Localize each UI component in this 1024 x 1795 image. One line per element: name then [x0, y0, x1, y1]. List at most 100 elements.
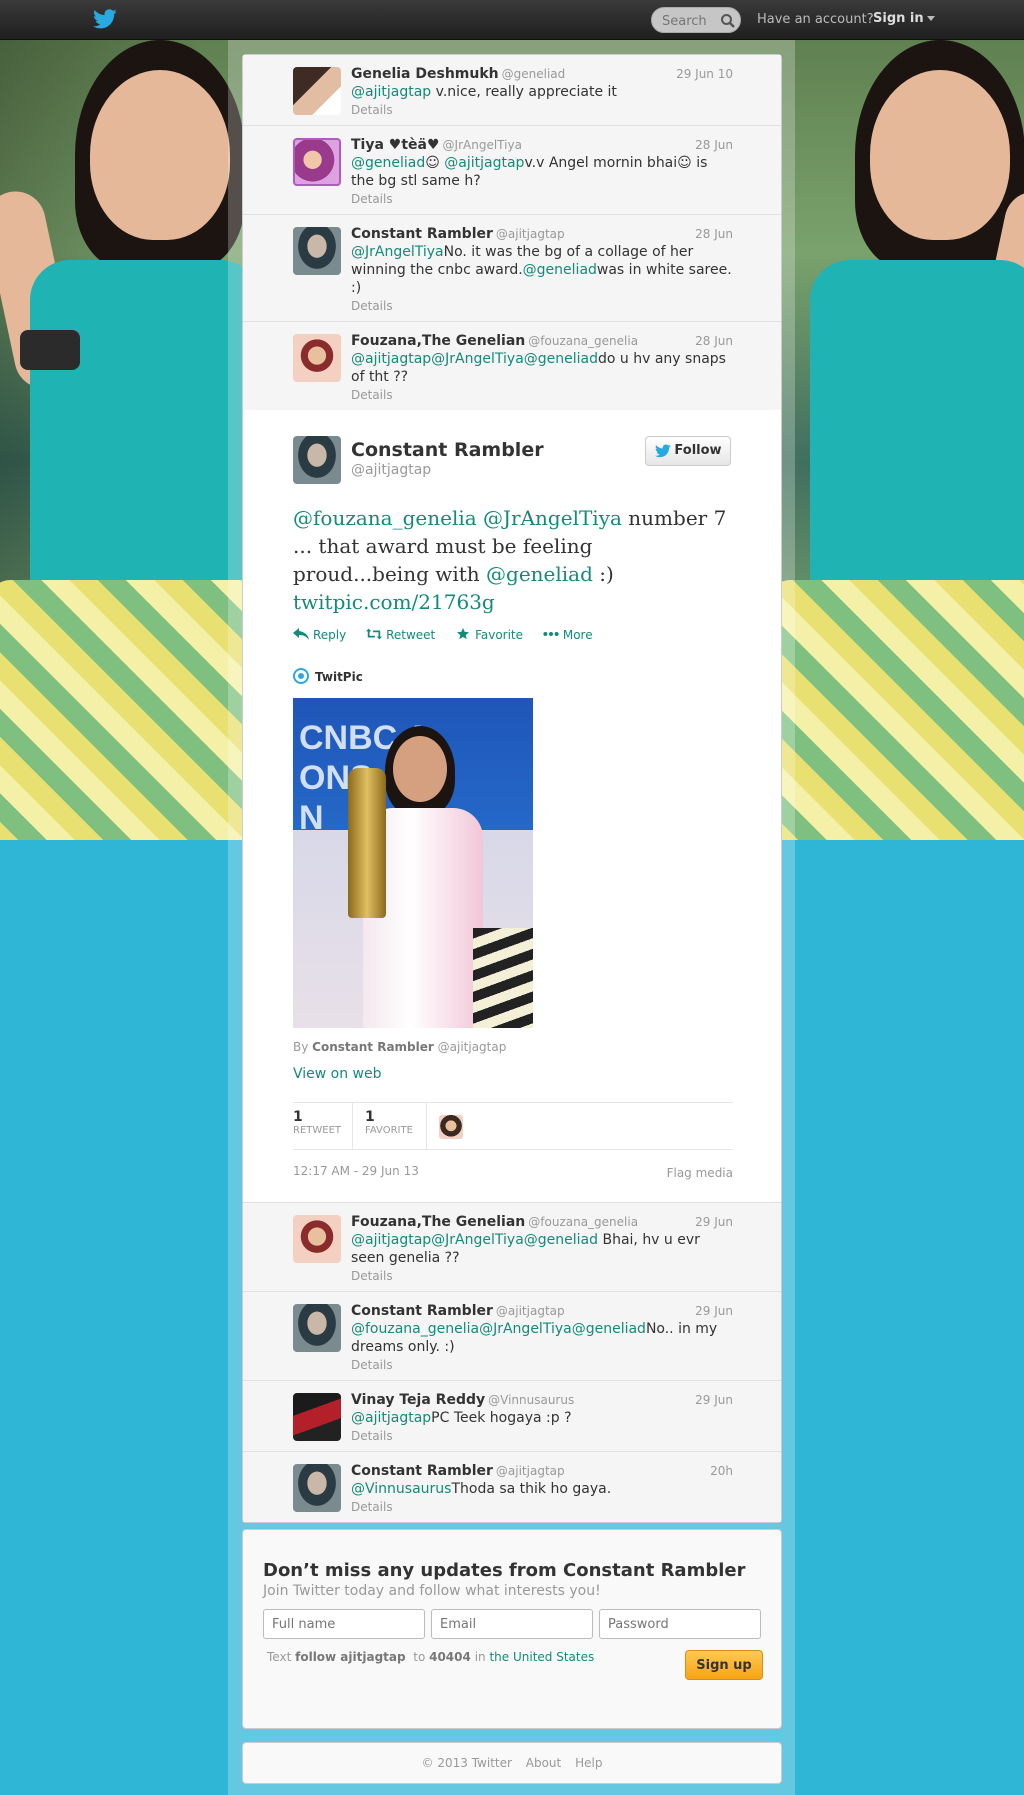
- media-source-label: TwitPic: [315, 670, 363, 684]
- tweet-timestamp[interactable]: 28 Jun: [695, 138, 733, 152]
- media-credit-name[interactable]: Constant Rambler: [312, 1040, 434, 1054]
- avatar[interactable]: [293, 334, 341, 382]
- about-link[interactable]: About: [526, 1756, 561, 1770]
- tweet-link[interactable]: @ajitjagtap: [351, 1410, 431, 1426]
- tweet-link[interactable]: @JrAngelTiya: [479, 1321, 572, 1337]
- tweet-link[interactable]: @geneliad: [486, 562, 593, 586]
- reply-button[interactable]: Reply: [293, 628, 346, 642]
- tweet-item[interactable]: Vinay Teja Reddy @Vinnusaurus 29 Jun @ajitj…: [243, 1381, 781, 1452]
- tweet-timestamp[interactable]: 20h: [710, 1464, 733, 1478]
- tweet-details-link[interactable]: Details: [351, 299, 733, 313]
- search-input[interactable]: [662, 12, 722, 30]
- tweet-timestamp[interactable]: 28 Jun: [695, 334, 733, 348]
- tweet-item[interactable]: Genelia Deshmukh @geneliad 29 Jun 10 @ajitj…: [243, 55, 781, 126]
- tweet-timestamp[interactable]: 29 Jun 10: [676, 67, 733, 81]
- tweet-author-name[interactable]: Constant Rambler: [351, 1303, 493, 1319]
- media-photo[interactable]: CNBC A ONS N: [293, 698, 533, 1028]
- tweet-author-name[interactable]: Constant Rambler: [351, 226, 493, 242]
- search-icon[interactable]: [720, 13, 736, 29]
- tweet-author-handle[interactable]: @ajitjagtap: [496, 227, 565, 241]
- tweet-details-link[interactable]: Details: [351, 1500, 733, 1514]
- tweet-link[interactable]: @geneliad: [524, 351, 598, 367]
- tweet-author-handle[interactable]: @Vinnusaurus: [488, 1393, 574, 1407]
- avatar[interactable]: [293, 1393, 341, 1441]
- retweet-stat[interactable]: 1 RETWEET: [293, 1109, 341, 1136]
- view-on-web-link[interactable]: View on web: [293, 1066, 733, 1082]
- tweet-item[interactable]: Constant Rambler @ajitjagtap 28 Jun @JrAnge…: [243, 215, 781, 322]
- tweet-timestamp[interactable]: 29 Jun: [695, 1393, 733, 1407]
- tweet-details-link[interactable]: Details: [351, 1429, 733, 1443]
- tweet-link[interactable]: twitpic.com/21763g: [293, 590, 495, 614]
- tweet-author-handle[interactable]: @geneliad: [502, 67, 566, 81]
- sms-country-link[interactable]: the United States: [489, 1650, 594, 1664]
- tweet-link[interactable]: @fouzana_genelia: [351, 1321, 479, 1337]
- tweet-link[interactable]: @Vinnusaurus: [351, 1481, 451, 1497]
- tweet-author-name[interactable]: Tiya ♥tèä♥: [351, 137, 440, 153]
- favoriter-avatar[interactable]: [439, 1115, 463, 1139]
- tweet-link[interactable]: @geneliad: [572, 1321, 646, 1337]
- tweet-link[interactable]: @ajitjagtap: [444, 155, 524, 171]
- tweet-timestamp[interactable]: 29 Jun: [695, 1215, 733, 1229]
- tweet-details-link[interactable]: Details: [351, 1269, 733, 1283]
- follow-button[interactable]: Follow: [645, 436, 731, 466]
- twitter-bird-icon: [655, 444, 671, 458]
- search-box[interactable]: [651, 7, 741, 33]
- flag-media-link[interactable]: Flag media: [667, 1166, 733, 1180]
- tweet-author-name[interactable]: Vinay Teja Reddy: [351, 1392, 485, 1408]
- tweet-author-name[interactable]: Genelia Deshmukh: [351, 66, 499, 82]
- tweet-author-handle[interactable]: @ajitjagtap: [496, 1464, 565, 1478]
- help-link[interactable]: Help: [575, 1756, 602, 1770]
- tweet-timestamp[interactable]: 28 Jun: [695, 227, 733, 241]
- tweet-link[interactable]: @JrAngelTiya: [483, 506, 622, 530]
- tweet-text: @fouzana_genelia @JrAngelTiya number 7 .…: [293, 504, 733, 616]
- tweet-author-name[interactable]: Fouzana,The Genelian: [351, 333, 525, 349]
- tweet-link[interactable]: @geneliad: [524, 1232, 598, 1248]
- email-field[interactable]: [431, 1609, 593, 1639]
- tweet-author-handle[interactable]: @fouzana_genelia: [528, 1215, 638, 1229]
- tweet-author-name[interactable]: Fouzana,The Genelian: [351, 1214, 525, 1230]
- more-button[interactable]: More: [543, 628, 593, 642]
- avatar[interactable]: [293, 1215, 341, 1263]
- tweet-item[interactable]: Constant Rambler @ajitjagtap 29 Jun @fouzan…: [243, 1292, 781, 1381]
- password-field[interactable]: [599, 1609, 761, 1639]
- tweet-item[interactable]: Fouzana,The Genelian @fouzana_genelia 29 J…: [243, 1203, 781, 1292]
- avatar[interactable]: [293, 67, 341, 115]
- avatar[interactable]: [293, 436, 341, 484]
- media-credit-handle[interactable]: @ajitjagtap: [438, 1040, 507, 1054]
- avatar[interactable]: [293, 138, 341, 186]
- signup-button[interactable]: Sign up: [685, 1650, 763, 1680]
- tweet-link[interactable]: @geneliad: [523, 262, 597, 278]
- tweet-author-handle[interactable]: @ajitjagtap: [496, 1304, 565, 1318]
- avatar[interactable]: [293, 1304, 341, 1352]
- tweet-item[interactable]: Constant Rambler @ajitjagtap 20h @Vinnusaur…: [243, 1452, 781, 1522]
- tweet-details-link[interactable]: Details: [351, 192, 733, 206]
- tweet-link[interactable]: @ajitjagtap: [351, 351, 431, 367]
- avatar[interactable]: [293, 1464, 341, 1512]
- tweet-timestamp[interactable]: 29 Jun: [695, 1304, 733, 1318]
- tweet-link[interactable]: @ajitjagtap: [351, 1232, 431, 1248]
- favorite-stat[interactable]: 1 FAVORITE: [365, 1109, 413, 1136]
- signin-button[interactable]: Sign in: [873, 11, 935, 26]
- tweet-link[interactable]: @JrAngelTiya: [431, 351, 524, 367]
- twitpic-icon: [293, 668, 309, 684]
- tweet-author-name[interactable]: Constant Rambler: [351, 1463, 493, 1479]
- tweet-link[interactable]: @geneliad: [351, 155, 425, 171]
- tweet-author-handle[interactable]: @fouzana_genelia: [528, 334, 638, 348]
- retweet-button[interactable]: Retweet: [366, 628, 435, 642]
- tweet-details-link[interactable]: Details: [351, 388, 733, 402]
- tweet-link[interactable]: @ajitjagtap: [351, 84, 431, 100]
- tweet-details-link[interactable]: Details: [351, 103, 733, 117]
- tweet-details-link[interactable]: Details: [351, 1358, 733, 1372]
- tweet-link[interactable]: @JrAngelTiya: [431, 1232, 524, 1248]
- favorite-button[interactable]: Favorite: [455, 628, 523, 642]
- tweet-item[interactable]: Fouzana,The Genelian @fouzana_genelia 28 J…: [243, 322, 781, 410]
- tweet-meta: 12:17 AM - 29 Jun 13 Flag media: [293, 1164, 733, 1180]
- tweet-author-handle[interactable]: @JrAngelTiya: [443, 138, 522, 152]
- tweet-link[interactable]: @JrAngelTiya: [351, 244, 444, 260]
- fullname-field[interactable]: [263, 1609, 425, 1639]
- twitter-bird-icon[interactable]: [93, 8, 117, 30]
- tweet-timestamp[interactable]: 12:17 AM - 29 Jun 13: [293, 1164, 419, 1178]
- tweet-link[interactable]: @fouzana_genelia: [293, 506, 477, 530]
- avatar[interactable]: [293, 227, 341, 275]
- tweet-item[interactable]: Tiya ♥tèä♥ @JrAngelTiya 28 Jun @geneliad☺ @…: [243, 126, 781, 215]
